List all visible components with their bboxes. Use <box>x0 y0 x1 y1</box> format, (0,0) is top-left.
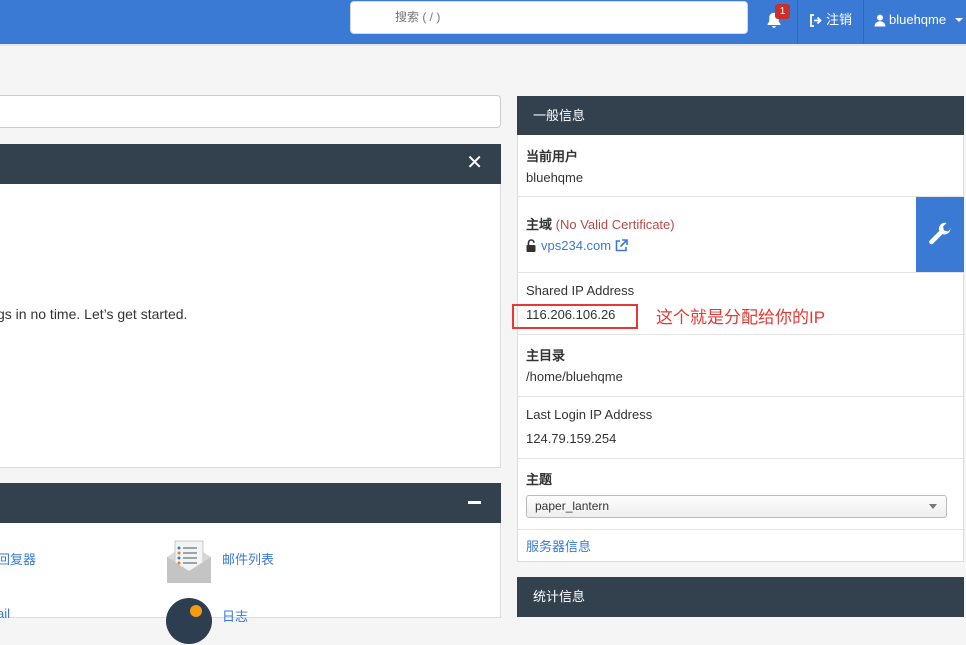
autoresponder-link[interactable]: 回复器 <box>0 549 36 568</box>
chevron-down-icon <box>929 504 937 509</box>
manage-domain-button[interactable] <box>916 197 964 272</box>
email-panel-header <box>0 483 501 523</box>
email-tool-link[interactable]: ail <box>0 606 10 621</box>
user-menu[interactable]: bluehqme <box>874 10 964 30</box>
statistics-header: 统计信息 <box>517 577 964 617</box>
username-label: bluehqme <box>889 12 947 27</box>
home-directory-row: 主目录 /home/bluehqme <box>518 335 963 397</box>
email-panel-body: 回复器 邮件列表 ail 日志 <box>0 523 501 644</box>
close-icon[interactable]: ✕ <box>466 153 483 173</box>
theme-select[interactable]: paper_lantern <box>526 495 947 518</box>
logout-icon <box>810 13 822 27</box>
top-navbar: 1 注销 bluehqme <box>0 0 966 44</box>
server-info-link[interactable]: 服务器信息 <box>526 536 591 555</box>
welcome-panel-body: gs in no time. Let’s get started. <box>0 184 501 468</box>
subheader-strip <box>0 44 966 46</box>
home-directory-value: /home/bluehqme <box>526 369 623 384</box>
last-login-label: Last Login IP Address <box>526 407 653 422</box>
unlock-icon <box>526 239 536 252</box>
collapse-icon[interactable] <box>468 501 481 504</box>
external-link-icon[interactable] <box>615 239 628 252</box>
current-user-label: 当前用户 <box>526 149 579 164</box>
welcome-text: gs in no time. Let’s get started. <box>0 306 188 322</box>
domain-link[interactable]: vps234.com <box>541 238 611 253</box>
nav-divider <box>797 0 798 44</box>
chevron-down-icon <box>955 18 964 22</box>
last-login-row: Last Login IP Address 124.79.159.254 <box>518 397 963 459</box>
log-icon[interactable] <box>165 597 213 645</box>
notification-badge[interactable]: 1 <box>775 4 790 19</box>
mailing-list-icon[interactable] <box>165 537 213 585</box>
general-info-header: 一般信息 <box>517 96 964 135</box>
welcome-panel-header: ✕ <box>0 144 501 184</box>
last-login-value: 124.79.159.254 <box>526 431 617 446</box>
ip-highlight-box <box>512 304 638 329</box>
general-info-panel: 当前用户 bluehqme 主域 (No Valid Certificate) … <box>517 135 964 562</box>
primary-domain-row: 主域 (No Valid Certificate) vps234.com <box>518 197 964 273</box>
search-input[interactable] <box>395 10 725 24</box>
user-icon <box>874 14 886 26</box>
wrench-icon <box>929 222 952 245</box>
shared-ip-label: Shared IP Address <box>526 283 635 298</box>
ip-annotation: 这个就是分配给你的IP <box>656 308 826 327</box>
theme-label: 主题 <box>526 472 553 487</box>
home-directory-label: 主目录 <box>526 348 566 363</box>
logout-label: 注销 <box>826 12 853 27</box>
log-link[interactable]: 日志 <box>222 606 248 625</box>
theme-selected-value: paper_lantern <box>535 499 610 513</box>
tools-search-input[interactable] <box>0 95 501 128</box>
current-user-row: 当前用户 bluehqme <box>518 135 963 197</box>
certificate-warning: (No Valid Certificate) <box>555 217 675 232</box>
domain-value: vps234.com <box>526 238 628 253</box>
logout-button[interactable]: 注销 <box>809 10 852 30</box>
current-user-value: bluehqme <box>526 170 584 185</box>
nav-divider <box>863 0 864 44</box>
search-box[interactable] <box>350 1 748 34</box>
mailing-list-link[interactable]: 邮件列表 <box>222 549 274 568</box>
domain-label-text: 主域 <box>526 217 553 232</box>
primary-domain-label: 主域 (No Valid Certificate) <box>526 214 675 233</box>
theme-row: 主题 paper_lantern <box>518 459 963 530</box>
